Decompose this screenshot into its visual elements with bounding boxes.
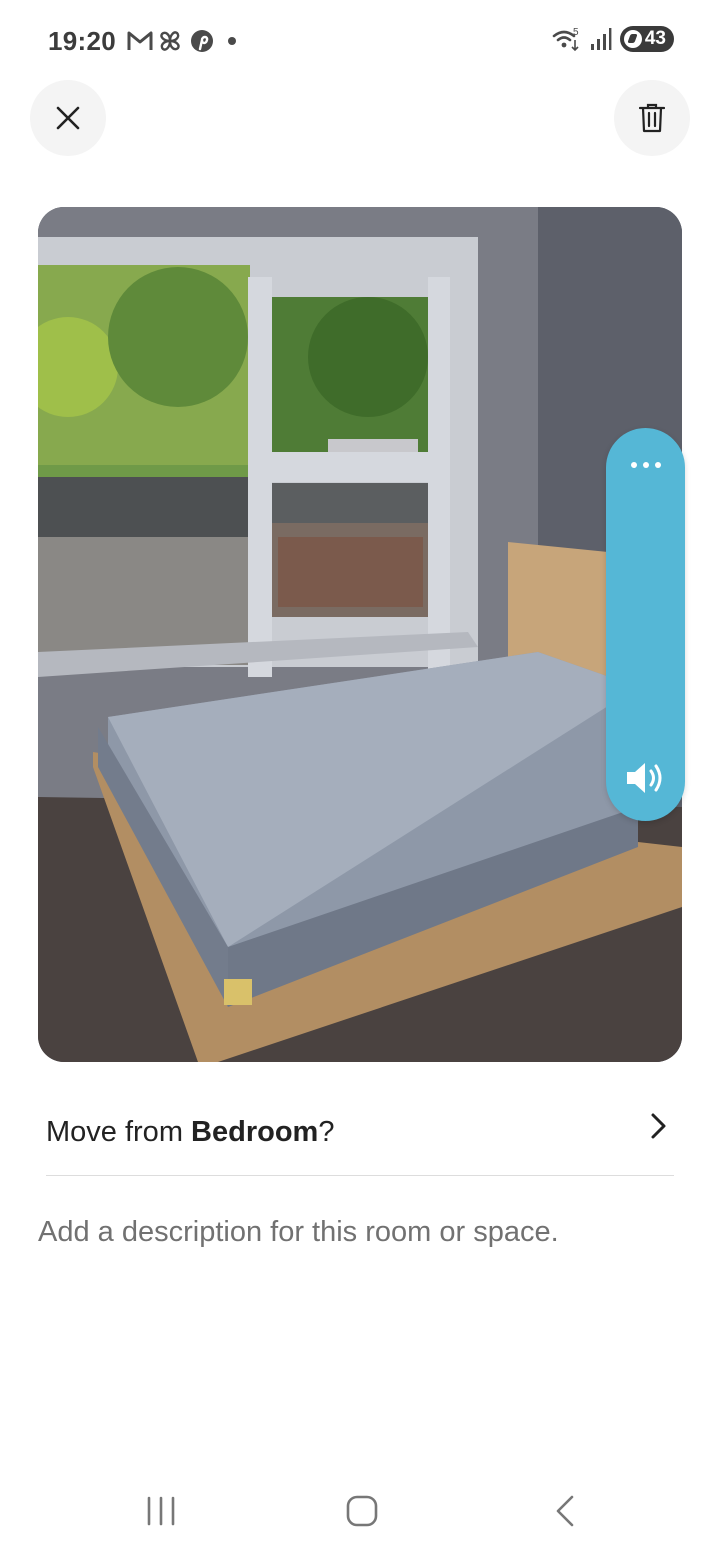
- status-bar: 19:20 5 43: [0, 0, 720, 84]
- pinterest-icon: [191, 30, 213, 52]
- back-icon[interactable]: [548, 1494, 582, 1528]
- wifi-icon: 5: [552, 27, 579, 52]
- close-button[interactable]: [30, 80, 106, 156]
- gmail-icon: [127, 31, 153, 50]
- move-suffix: ?: [318, 1116, 335, 1148]
- wifi-label: 5: [573, 27, 579, 38]
- speaker-icon: [626, 763, 661, 793]
- delete-photo-button[interactable]: [614, 80, 690, 156]
- dot-icon: [228, 37, 236, 45]
- power-saving-icon: [623, 30, 642, 48]
- move-prefix: Move from: [46, 1116, 192, 1148]
- current-room-name: Bedroom: [191, 1116, 319, 1148]
- move-room-label: Move from Bedroom?: [46, 1116, 334, 1149]
- move-room-row[interactable]: Move from Bedroom?: [46, 1090, 674, 1176]
- trash-icon: [639, 103, 665, 133]
- room-description-input[interactable]: Add a description for this room or space…: [38, 1216, 559, 1249]
- battery-indicator: 43: [619, 26, 674, 52]
- bedroom-photo-illustration: [38, 207, 682, 1062]
- chevron-right-icon: [651, 1113, 666, 1139]
- navigation-bar: [0, 1470, 720, 1560]
- more-dots-icon[interactable]: [606, 454, 685, 476]
- home-icon[interactable]: [345, 1494, 379, 1528]
- pinwheel-icon: [160, 31, 180, 51]
- recents-icon[interactable]: [144, 1494, 178, 1528]
- status-time: 19:20: [48, 26, 116, 56]
- signal-icon: [590, 28, 612, 50]
- battery-level: 43: [644, 28, 666, 49]
- speaker-button[interactable]: [606, 760, 685, 804]
- side-tools-panel: [606, 428, 685, 821]
- status-right-group: 5 43: [552, 26, 674, 52]
- room-photo[interactable]: [38, 207, 682, 1062]
- close-icon: [56, 106, 80, 130]
